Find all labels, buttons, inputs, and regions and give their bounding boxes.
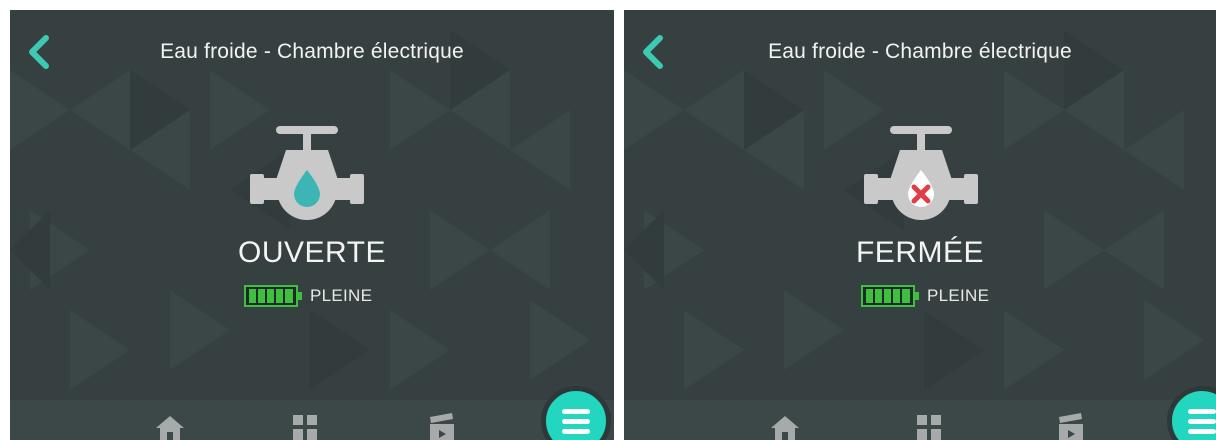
- battery-full-icon: [244, 285, 302, 307]
- page-title: Eau froide - Chambre électrique: [768, 40, 1072, 63]
- hamburger-menu-icon: [1188, 409, 1216, 414]
- valve-status: OUVERTE: [238, 236, 386, 269]
- grid-icon[interactable]: [914, 412, 944, 440]
- scenes-clapperboard-icon[interactable]: [427, 412, 457, 440]
- battery-full-icon: [861, 285, 919, 307]
- valve-open-icon: [250, 126, 364, 220]
- menu-bar-middle: [1188, 419, 1216, 424]
- home-icon[interactable]: [770, 412, 800, 440]
- home-icon[interactable]: [155, 412, 185, 440]
- menu-bar-bottom: [1188, 429, 1216, 434]
- page-title: Eau froide - Chambre électrique: [160, 40, 464, 63]
- device-screen-open: Eau froide - Chambre électrique OUVERTE …: [10, 10, 614, 440]
- menu-bar-middle: [562, 419, 590, 424]
- grid-icon[interactable]: [290, 412, 320, 440]
- scenes-clapperboard-icon[interactable]: [1056, 412, 1086, 440]
- device-screen-closed: Eau froide - Chambre électrique FERMÉE P…: [624, 10, 1216, 440]
- valve-status: FERMÉE: [855, 236, 984, 269]
- battery-label: PLEINE: [927, 286, 990, 305]
- valve-closed-icon: [864, 126, 978, 220]
- menu-bar-bottom: [562, 429, 590, 434]
- battery-label: PLEINE: [310, 286, 373, 305]
- battery-indicator: PLEINE: [244, 284, 372, 308]
- hamburger-menu-icon: [562, 409, 590, 414]
- battery-indicator: PLEINE: [861, 284, 989, 308]
